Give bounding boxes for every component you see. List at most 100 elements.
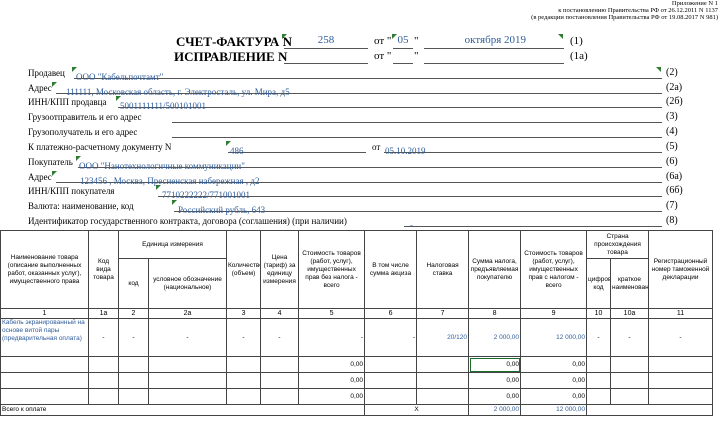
item-tax-rate-cell[interactable]: 20/120	[416, 318, 470, 357]
empty-cell[interactable]	[260, 356, 300, 373]
item-country-name-cell[interactable]: -	[610, 318, 650, 357]
row-tax-sum-cell[interactable]: 0,00	[468, 372, 522, 389]
contract-id-field[interactable]: -	[404, 215, 662, 230]
item-unit-name-cell[interactable]: -	[147, 318, 228, 357]
code-6a: (6а)	[666, 171, 683, 182]
buyer-field[interactable]: ООО "Нанотехнологичные коммуникации"	[78, 156, 662, 171]
empty-cell[interactable]	[648, 356, 714, 373]
row-tax-sum-cell[interactable]: 0,00	[468, 356, 522, 373]
empty-cell[interactable]	[586, 356, 612, 373]
empty-cell[interactable]	[364, 356, 418, 373]
empty-cell[interactable]	[416, 356, 470, 373]
empty-cell[interactable]	[586, 388, 612, 405]
row-cost-with-tax-cell[interactable]: 0,00	[520, 356, 588, 373]
row-tax-sum-cell[interactable]: 0,00	[468, 388, 522, 405]
correction-number-field[interactable]	[284, 49, 368, 64]
col-num: 1а	[88, 308, 119, 319]
item-name-cell[interactable]: Кабель экранированный на основе витой па…	[0, 318, 89, 357]
item-excise-cell[interactable]: -	[364, 318, 418, 357]
item-qty-cell[interactable]: -	[226, 318, 262, 357]
th-kind-code: Код вида товара	[88, 230, 119, 309]
empty-cell[interactable]	[226, 388, 262, 405]
payment-doc-date-field[interactable]: 05.10.2019	[384, 141, 662, 156]
seller-address-field[interactable]: 111111, Московская область, г. Электрост…	[56, 82, 662, 97]
invoice-month: октября 2019	[464, 34, 526, 46]
th-tax-rate: Налоговая ставка	[416, 230, 470, 309]
table-row: 0,00 0,00 0,00	[0, 388, 714, 405]
empty-cell[interactable]	[586, 372, 612, 389]
th-excise: В том числе сумма акциза	[364, 230, 418, 309]
correction-day-quote: "	[414, 50, 419, 62]
total-excise: X	[364, 404, 470, 416]
row-cost-no-tax-cell[interactable]: 0,00	[298, 372, 366, 389]
invoice-date-prefix: от "	[374, 35, 392, 47]
empty-cell[interactable]	[226, 372, 262, 389]
empty-cell[interactable]	[416, 388, 470, 405]
row-cost-no-tax-cell[interactable]: 0,00	[298, 388, 366, 405]
correction-day-field[interactable]	[393, 49, 413, 64]
empty-cell[interactable]	[610, 372, 650, 389]
empty-cell[interactable]	[416, 372, 470, 389]
empty-cell[interactable]	[648, 372, 714, 389]
item-tax-sum-cell[interactable]: 2 000,00	[468, 318, 522, 357]
empty-cell[interactable]	[147, 372, 228, 389]
row-cost-with-tax-cell[interactable]: 0,00	[520, 372, 588, 389]
empty-cell[interactable]	[118, 372, 149, 389]
item-kind-code-cell[interactable]: -	[88, 318, 119, 357]
item-customs-cell[interactable]: -	[648, 318, 714, 357]
row-cost-no-tax-cell[interactable]: 0,00	[298, 356, 366, 373]
payment-doc-from-label: от	[372, 142, 381, 152]
row-cost-with-tax-cell[interactable]: 0,00	[520, 388, 588, 405]
total-row: Всего к оплате X 2 000,00 12 000,00	[0, 404, 714, 416]
empty-cell[interactable]	[0, 388, 89, 405]
correction-month-field[interactable]	[424, 49, 564, 64]
invoice-month-field[interactable]: октября 2019	[424, 34, 564, 49]
payment-doc-number-field[interactable]: 486	[228, 141, 366, 156]
empty-cell[interactable]	[648, 388, 714, 405]
buyer-address-field[interactable]: 123456 , Москва, Пресненская набережная …	[56, 171, 662, 186]
empty-cell[interactable]	[226, 356, 262, 373]
empty-cell[interactable]	[88, 356, 119, 373]
correction-title: ИСПРАВЛЕНИЕ N	[174, 49, 288, 64]
input-marker	[558, 34, 563, 39]
empty-cell[interactable]	[610, 388, 650, 405]
seller-field[interactable]: ООО "Кабельпочтамт"	[74, 67, 662, 82]
contract-id-label: Идентификатор государственного контракта…	[28, 216, 347, 226]
empty-cell[interactable]	[88, 388, 119, 405]
col-num: 2	[118, 308, 149, 319]
consignee-field[interactable]	[172, 126, 662, 138]
item-cost-with-tax-cell[interactable]: 12 000,00	[520, 318, 588, 357]
empty-cell[interactable]	[147, 388, 228, 405]
th-name: Наименование товара (описание выполненны…	[0, 230, 89, 309]
col-num: 3	[226, 308, 262, 319]
col-num: 9	[520, 308, 588, 319]
invoice-number-field[interactable]: 258	[284, 34, 368, 49]
invoice-number: 258	[317, 34, 335, 46]
invoice-day: 05	[397, 34, 409, 46]
shipper-field[interactable]	[172, 111, 662, 123]
empty-cell[interactable]	[610, 356, 650, 373]
currency-field[interactable]: Российский рубль, 643	[174, 200, 662, 215]
item-unit-code-cell[interactable]: -	[118, 318, 149, 357]
item-country-code-cell[interactable]: -	[586, 318, 612, 357]
empty-cell[interactable]	[364, 372, 418, 389]
empty-cell[interactable]	[0, 372, 89, 389]
empty-cell[interactable]	[147, 356, 228, 373]
col-num: 10а	[610, 308, 650, 319]
empty-cell[interactable]	[260, 388, 300, 405]
th-customs: Регистрационный номер таможенной деклара…	[648, 230, 714, 309]
item-cost-no-tax-cell[interactable]: -	[298, 318, 366, 357]
table-row: 0,00 0,00 0,00	[0, 356, 714, 373]
empty-cell[interactable]	[88, 372, 119, 389]
empty-cell[interactable]	[0, 356, 89, 373]
empty-cell[interactable]	[118, 388, 149, 405]
invoice-day-field[interactable]: 05	[393, 34, 413, 49]
code-7: (7)	[666, 200, 678, 211]
empty-cell[interactable]	[260, 372, 300, 389]
item-price-cell[interactable]: -	[260, 318, 300, 357]
empty-cell[interactable]	[364, 388, 418, 405]
seller-inn-field[interactable]: 5001111111/500101001	[118, 96, 662, 111]
empty-cell[interactable]	[118, 356, 149, 373]
buyer-inn-field[interactable]: 7710222222/771001001	[158, 185, 662, 200]
payment-doc-number: 486	[230, 146, 244, 156]
